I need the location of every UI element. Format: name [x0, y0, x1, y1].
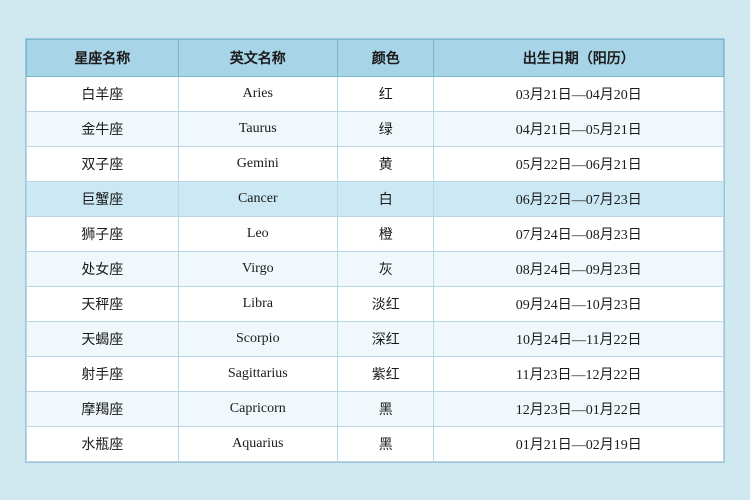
cell-dates: 06月22日—07月23日 — [434, 181, 724, 216]
zodiac-table-container: 星座名称 英文名称 颜色 出生日期（阳历） 白羊座Aries红03月21日—04… — [25, 38, 725, 463]
cell-chinese-name: 狮子座 — [27, 216, 179, 251]
table-row: 天蝎座Scorpio深红10月24日—11月22日 — [27, 321, 724, 356]
header-color: 颜色 — [337, 39, 434, 76]
table-row: 天秤座Libra淡红09月24日—10月23日 — [27, 286, 724, 321]
cell-chinese-name: 处女座 — [27, 251, 179, 286]
cell-english-name: Capricorn — [178, 391, 337, 426]
cell-chinese-name: 射手座 — [27, 356, 179, 391]
cell-color: 淡红 — [337, 286, 434, 321]
cell-dates: 01月21日—02月19日 — [434, 426, 724, 461]
table-row: 摩羯座Capricorn黑12月23日—01月22日 — [27, 391, 724, 426]
cell-english-name: Libra — [178, 286, 337, 321]
cell-dates: 09月24日—10月23日 — [434, 286, 724, 321]
cell-dates: 08月24日—09月23日 — [434, 251, 724, 286]
cell-dates: 07月24日—08月23日 — [434, 216, 724, 251]
cell-dates: 04月21日—05月21日 — [434, 111, 724, 146]
cell-color: 紫红 — [337, 356, 434, 391]
cell-dates: 05月22日—06月21日 — [434, 146, 724, 181]
table-row: 射手座Sagittarius紫红11月23日—12月22日 — [27, 356, 724, 391]
cell-dates: 11月23日—12月22日 — [434, 356, 724, 391]
cell-color: 黑 — [337, 426, 434, 461]
cell-color: 灰 — [337, 251, 434, 286]
cell-dates: 10月24日—11月22日 — [434, 321, 724, 356]
cell-chinese-name: 巨蟹座 — [27, 181, 179, 216]
cell-chinese-name: 天蝎座 — [27, 321, 179, 356]
cell-color: 黑 — [337, 391, 434, 426]
cell-english-name: Taurus — [178, 111, 337, 146]
cell-english-name: Aquarius — [178, 426, 337, 461]
cell-english-name: Gemini — [178, 146, 337, 181]
cell-chinese-name: 金牛座 — [27, 111, 179, 146]
table-row: 水瓶座Aquarius黑01月21日—02月19日 — [27, 426, 724, 461]
cell-english-name: Scorpio — [178, 321, 337, 356]
cell-color: 黄 — [337, 146, 434, 181]
cell-english-name: Virgo — [178, 251, 337, 286]
cell-chinese-name: 双子座 — [27, 146, 179, 181]
cell-chinese-name: 白羊座 — [27, 76, 179, 111]
cell-dates: 03月21日—04月20日 — [434, 76, 724, 111]
cell-english-name: Leo — [178, 216, 337, 251]
cell-dates: 12月23日—01月22日 — [434, 391, 724, 426]
cell-english-name: Cancer — [178, 181, 337, 216]
table-row: 双子座Gemini黄05月22日—06月21日 — [27, 146, 724, 181]
cell-color: 白 — [337, 181, 434, 216]
table-row: 狮子座Leo橙07月24日—08月23日 — [27, 216, 724, 251]
header-english-name: 英文名称 — [178, 39, 337, 76]
cell-english-name: Sagittarius — [178, 356, 337, 391]
cell-color: 深红 — [337, 321, 434, 356]
table-header-row: 星座名称 英文名称 颜色 出生日期（阳历） — [27, 39, 724, 76]
cell-color: 红 — [337, 76, 434, 111]
cell-chinese-name: 天秤座 — [27, 286, 179, 321]
cell-color: 橙 — [337, 216, 434, 251]
header-birth-date: 出生日期（阳历） — [434, 39, 724, 76]
table-row: 处女座Virgo灰08月24日—09月23日 — [27, 251, 724, 286]
cell-chinese-name: 摩羯座 — [27, 391, 179, 426]
cell-color: 绿 — [337, 111, 434, 146]
table-row: 金牛座Taurus绿04月21日—05月21日 — [27, 111, 724, 146]
zodiac-table: 星座名称 英文名称 颜色 出生日期（阳历） 白羊座Aries红03月21日—04… — [26, 39, 724, 462]
cell-chinese-name: 水瓶座 — [27, 426, 179, 461]
cell-english-name: Aries — [178, 76, 337, 111]
header-chinese-name: 星座名称 — [27, 39, 179, 76]
table-row: 巨蟹座Cancer白06月22日—07月23日 — [27, 181, 724, 216]
table-row: 白羊座Aries红03月21日—04月20日 — [27, 76, 724, 111]
